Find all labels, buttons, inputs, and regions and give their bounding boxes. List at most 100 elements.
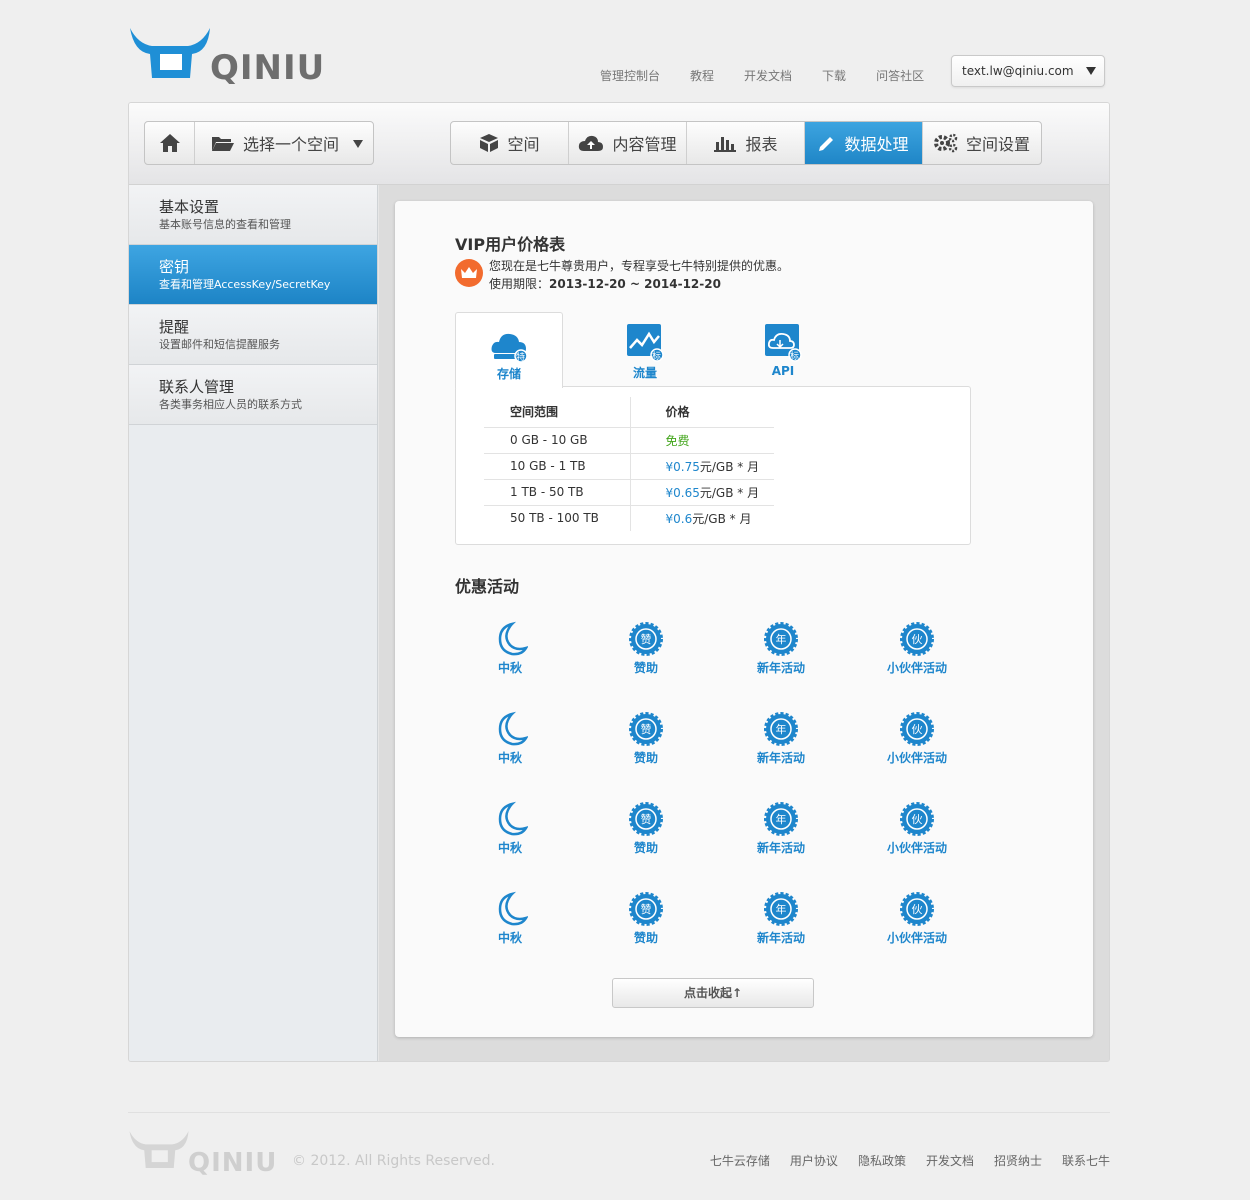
promo-item-sponsor[interactable]: 赞赞助 [591,801,701,856]
promo-item-new-year[interactable]: 年新年活动 [726,711,836,766]
main-frame: 选择一个空间 空间 内容管理 报表 数据处理 空间设置 基本设置 基本账号信息的… [128,102,1110,1062]
promo-item-mid-autumn[interactable]: 中秋 [455,621,565,676]
sidebar: 基本设置 基本账号信息的查看和管理 密钥 查看和管理AccessKey/Secr… [129,185,378,1061]
promo-item-sponsor[interactable]: 赞赞助 [591,891,701,946]
bull-logo-icon [130,28,210,78]
promo-badge-char: 赞 [641,723,652,736]
tab-traffic[interactable]: 标 流量 [591,312,699,388]
partner-badge-icon: 伙 [900,622,934,656]
vip-period-label: 使用期限： [489,277,550,291]
tab-data-processing[interactable]: 数据处理 [805,122,923,164]
tab-reports-label: 报表 [745,135,778,154]
promo-label: 小伙伴活动 [886,751,947,765]
promo-item-partner[interactable]: 伙小伙伴活动 [862,801,972,856]
footer-link-jobs[interactable]: 招贤纳士 [994,1152,1042,1169]
chevron-down-icon [1086,67,1096,75]
footer-link-contact[interactable]: 联系七牛 [1062,1152,1110,1169]
price-table-header: 空间范围 价格 [484,397,774,427]
sidebar-item-reminders[interactable]: 提醒 设置邮件和短信提醒服务 [129,305,377,365]
promo-item-new-year[interactable]: 年新年活动 [726,621,836,676]
range-cell: 0 GB - 10 GB [484,426,631,453]
partner-badge-icon: 伙 [900,712,934,746]
promo-item-new-year[interactable]: 年新年活动 [726,891,836,946]
new-year-badge-icon: 年 [764,892,798,926]
cube-icon [480,134,499,152]
promo-item-new-year[interactable]: 年新年活动 [726,801,836,856]
vip-period-value: 2013-12-20 ~ 2014-12-20 [549,277,721,291]
nav-console[interactable]: 管理控制台 [600,67,660,84]
bucket-select[interactable]: 选择一个空间 [195,122,373,164]
promo-badge-char: 年 [776,902,787,916]
tab-bucket-settings-label: 空间设置 [965,135,1030,154]
footer-logo[interactable]: QINIU [128,1126,288,1178]
footer-link-agreement[interactable]: 用户协议 [790,1152,838,1169]
tab-api[interactable]: 标 API [729,312,837,388]
nav-download[interactable]: 下载 [822,67,846,84]
promo-item-sponsor[interactable]: 赞赞助 [591,621,701,676]
promo-item-partner[interactable]: 伙小伙伴活动 [862,711,972,766]
footer-link-qiniu[interactable]: 七牛云存储 [710,1152,770,1169]
tab-bucket-settings[interactable]: 空间设置 [923,122,1041,164]
tab-bucket[interactable]: 空间 [451,122,569,164]
promo-label: 小伙伴活动 [886,841,947,855]
promo-item-mid-autumn[interactable]: 中秋 [455,711,565,766]
vip-title: VIP用户价格表 [455,235,566,254]
promo-label: 新年活动 [756,661,805,675]
promo-badge-char: 赞 [641,813,652,826]
promo-label: 中秋 [497,841,522,855]
collapse-button[interactable]: 点击收起↑ [612,978,814,1008]
qiniu-logo[interactable]: QINIU [128,22,324,88]
tab-content[interactable]: 内容管理 [569,122,687,164]
promo-badge-char: 伙 [912,723,923,736]
moon-icon [498,891,528,926]
cloud-upload-icon [579,135,604,151]
price-table-box: 空间范围 价格 0 GB - 10 GB 免费 10 GB - 1 TB ¥0.… [455,386,971,545]
tab-data-processing-label: 数据处理 [844,135,909,154]
sidebar-item-contacts[interactable]: 联系人管理 各类事务相应人员的联系方式 [129,365,377,425]
promo-item-partner[interactable]: 伙小伙伴活动 [862,891,972,946]
copyright: © 2012. All Rights Reserved. [292,1153,496,1169]
table-row: 1 TB - 50 TB ¥0.65元/GB * 月 [484,478,774,505]
sidebar-item-subtitle: 查看和管理AccessKey/SecretKey [159,278,331,291]
price-unit: 元/GB * 月 [699,459,760,474]
footer-nav: 七牛云存储 用户协议 隐私政策 开发文档 招贤纳士 联系七牛 [690,1152,1110,1169]
promo-item-mid-autumn[interactable]: 中秋 [455,891,565,946]
sidebar-item-basic-settings[interactable]: 基本设置 基本账号信息的查看和管理 [129,185,377,245]
sidebar-item-subtitle: 设置邮件和短信提醒服务 [159,338,280,351]
promo-badge-char: 年 [776,812,787,826]
sponsor-badge-icon: 赞 [629,802,663,836]
table-row: 50 TB - 100 TB ¥0.6元/GB * 月 [484,504,774,531]
promo-badge-char: 赞 [641,903,652,916]
tab-storage[interactable]: 特 存储 [455,312,563,388]
footer-logo-text: QINIU [188,1148,278,1178]
tab-bucket-label: 空间 [507,135,540,154]
vip-message: 您现在是七牛尊贵用户，专程享受七牛特别提供的优惠。 [489,259,790,273]
crown-icon [461,267,477,278]
sidebar-item-title: 提醒 [159,318,190,336]
sidebar-item-title: 基本设置 [159,198,220,216]
sponsor-badge-icon: 赞 [629,622,663,656]
bar-chart-icon [714,137,737,152]
account-dropdown[interactable]: text.lw@qiniu.com [951,55,1105,87]
sidebar-item-keys[interactable]: 密钥 查看和管理AccessKey/SecretKey [129,245,377,305]
nav-tutorial[interactable]: 教程 [690,67,714,84]
tab-reports[interactable]: 报表 [687,122,805,164]
promo-item-mid-autumn[interactable]: 中秋 [455,801,565,856]
footer-link-privacy[interactable]: 隐私政策 [858,1152,906,1169]
promo-item-sponsor[interactable]: 赞赞助 [591,711,701,766]
tab-traffic-label: 流量 [632,366,657,380]
promo-label: 赞助 [633,841,658,855]
promo-badge-char: 伙 [912,903,923,916]
footer-link-docs[interactable]: 开发文档 [926,1152,974,1169]
sponsor-badge-icon: 赞 [629,892,663,926]
sidebar-item-subtitle: 各类事务相应人员的联系方式 [159,398,302,411]
nav-docs[interactable]: 开发文档 [744,67,792,84]
table-row: 0 GB - 10 GB 免费 [484,426,774,453]
promo-item-partner[interactable]: 伙小伙伴活动 [862,621,972,676]
tab-content-label: 内容管理 [612,135,677,154]
home-button[interactable] [145,122,195,164]
moon-icon [498,801,528,836]
nav-community[interactable]: 问答社区 [876,67,924,84]
sidebar-item-subtitle: 基本账号信息的查看和管理 [159,218,291,231]
price-currency: ¥ [665,485,674,500]
